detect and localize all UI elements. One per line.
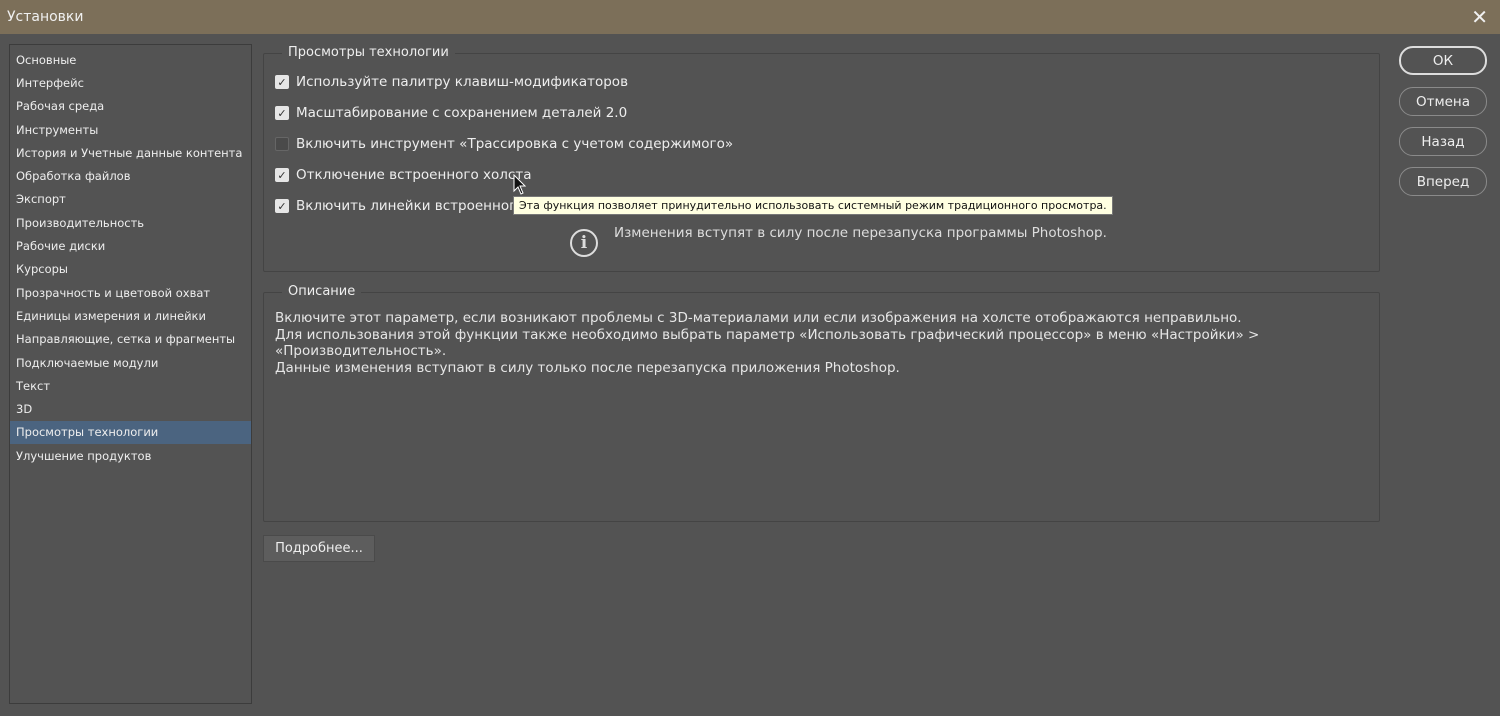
sidebar-item-export[interactable]: Экспорт <box>10 188 251 211</box>
more-info-button[interactable]: Подробнее... <box>263 535 375 562</box>
sidebar-item-units[interactable]: Единицы измерения и линейки <box>10 304 251 327</box>
window-title: Установки <box>7 9 84 25</box>
checkbox-disable-native-canvas[interactable]: ✓ Отключение встроенного холста <box>275 167 532 183</box>
checkbox-label: Отключение встроенного холста <box>296 167 532 183</box>
description-text: Данные изменения вступают в силу только … <box>275 360 900 376</box>
sidebar-item-interface[interactable]: Интерфейс <box>10 71 251 94</box>
checkbox-label: Включить инструмент «Трассировка с учето… <box>296 136 734 152</box>
description-text: Для использования этой функции также нео… <box>275 327 1260 359</box>
checkbox-checked-icon[interactable]: ✓ <box>275 106 289 120</box>
checkbox-checked-icon[interactable]: ✓ <box>275 75 289 89</box>
checkbox-modifier-palette[interactable]: ✓ Используйте палитру клавиш-модификаторо… <box>275 74 628 90</box>
cancel-button[interactable]: Отмена <box>1399 87 1487 116</box>
description-group: Описание Включите этот параметр, если во… <box>263 284 1380 522</box>
sidebar-item-workspace[interactable]: Рабочая среда <box>10 95 251 118</box>
sidebar-item-technology-previews[interactable]: Просмотры технологии <box>10 420 251 445</box>
checkbox-checked-icon[interactable]: ✓ <box>275 168 289 182</box>
group-legend: Описание <box>282 284 362 299</box>
restart-notice: Изменения вступят в силу после перезапус… <box>614 225 1107 241</box>
checkbox-label: Включить линейки встроенного х <box>296 198 537 214</box>
forward-button[interactable]: Вперед <box>1399 167 1487 196</box>
checkbox-preserve-details[interactable]: ✓ Масштабирование с сохранением деталей 2… <box>275 105 627 121</box>
checkbox-unchecked-icon[interactable] <box>275 137 289 151</box>
checkbox-native-canvas-rulers[interactable]: ✓ Включить линейки встроенного х <box>275 198 537 214</box>
technology-previews-group: Просмотры технологии ✓ Используйте палитр… <box>263 45 1380 272</box>
sidebar-item-transparency[interactable]: Прозрачность и цветовой охват <box>10 281 251 304</box>
sidebar-item-3d[interactable]: 3D <box>10 397 251 420</box>
sidebar-item-scratch-disks[interactable]: Рабочие диски <box>10 234 251 257</box>
sidebar-item-plugins[interactable]: Подключаемые модули <box>10 351 251 374</box>
sidebar-item-general[interactable]: Основные <box>10 48 251 71</box>
ok-button[interactable]: ОК <box>1399 46 1487 75</box>
checkbox-checked-icon[interactable]: ✓ <box>275 199 289 213</box>
mouse-cursor-icon <box>513 174 527 195</box>
sidebar-item-history[interactable]: История и Учетные данные контента <box>10 141 251 164</box>
sidebar-item-file-handling[interactable]: Обработка файлов <box>10 164 251 187</box>
description-text: Включите этот параметр, если возникают п… <box>275 310 1242 326</box>
back-button[interactable]: Назад <box>1399 127 1487 156</box>
info-icon: i <box>570 229 598 257</box>
title-bar: Установки ✕ <box>0 0 1500 34</box>
sidebar-item-cursors[interactable]: Курсоры <box>10 258 251 281</box>
checkbox-content-aware-tracing[interactable]: Включить инструмент «Трассировка с учето… <box>275 136 733 152</box>
sidebar-item-type[interactable]: Текст <box>10 374 251 397</box>
tooltip: Эта функция позволяет принудительно испо… <box>513 196 1113 215</box>
checkbox-label: Масштабирование с сохранением деталей 2.… <box>296 105 628 121</box>
sidebar-item-performance[interactable]: Производительность <box>10 211 251 234</box>
checkbox-label: Используйте палитру клавиш-модификаторов <box>296 74 629 90</box>
sidebar-item-tools[interactable]: Инструменты <box>10 118 251 141</box>
sidebar: Основные Интерфейс Рабочая среда Инструм… <box>9 44 252 704</box>
group-legend: Просмотры технологии <box>282 45 455 60</box>
sidebar-item-product-improvement[interactable]: Улучшение продуктов <box>10 444 251 467</box>
sidebar-item-guides[interactable]: Направляющие, сетка и фрагменты <box>10 328 251 351</box>
close-icon[interactable]: ✕ <box>1471 5 1488 29</box>
